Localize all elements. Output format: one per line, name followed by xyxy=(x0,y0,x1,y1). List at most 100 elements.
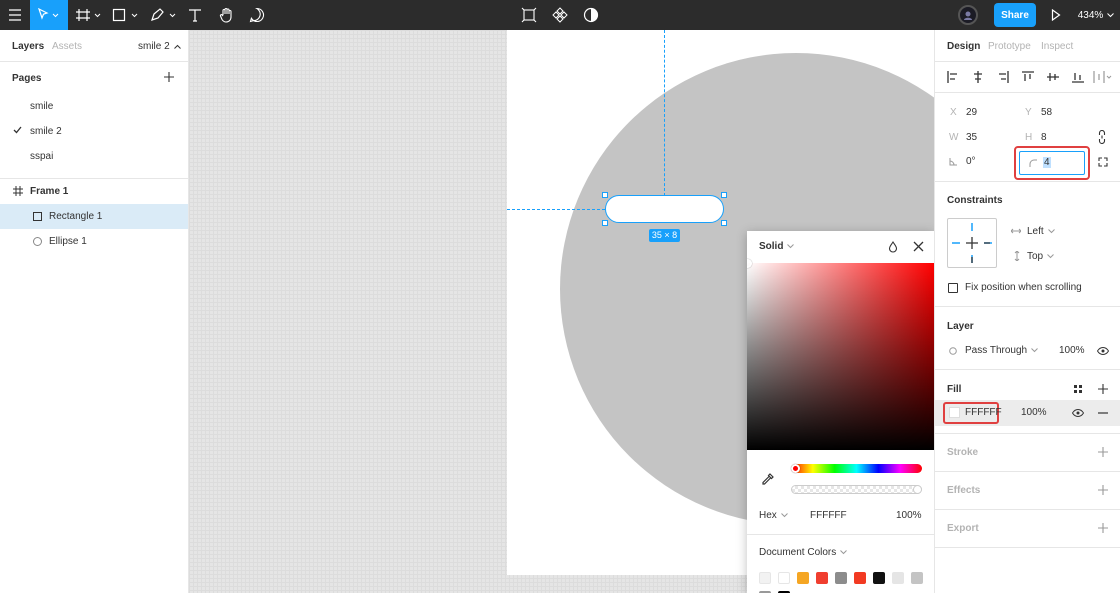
layer-row-ellipse[interactable]: Ellipse 1 xyxy=(0,229,188,254)
layer-opacity-input[interactable]: 100% xyxy=(1059,345,1085,356)
x-input[interactable]: 29 xyxy=(966,107,977,118)
distribute-icon[interactable] xyxy=(1093,71,1113,83)
page-item-sspai[interactable]: sspai xyxy=(0,144,188,169)
rectangle-1[interactable] xyxy=(605,195,724,223)
paint-type-dropdown[interactable]: Solid xyxy=(759,241,795,252)
tab-inspect[interactable]: Inspect xyxy=(1041,41,1073,52)
document-colors-dropdown[interactable]: Document Colors xyxy=(759,547,848,558)
contrast-icon xyxy=(583,7,599,23)
width-input[interactable]: 35 xyxy=(966,132,977,143)
resize-handle-bottom-right[interactable] xyxy=(721,220,727,226)
color-swatch[interactable] xyxy=(778,572,790,584)
comment-tool-button[interactable] xyxy=(246,0,268,30)
fix-position-checkbox[interactable] xyxy=(948,283,958,293)
create-component-button[interactable] xyxy=(518,0,540,30)
eye-icon[interactable] xyxy=(1072,409,1084,417)
tab-prototype[interactable]: Prototype xyxy=(988,41,1031,52)
y-input[interactable]: 58 xyxy=(1041,107,1052,118)
fill-color-swatch[interactable] xyxy=(949,407,960,418)
align-top-icon[interactable] xyxy=(1022,71,1034,83)
saturation-thumb[interactable] xyxy=(747,259,752,268)
opacity-slider[interactable] xyxy=(791,485,922,494)
color-swatch[interactable] xyxy=(892,572,904,584)
frame-tool-button[interactable] xyxy=(74,0,104,30)
hue-slider[interactable] xyxy=(791,464,922,473)
color-swatch[interactable] xyxy=(835,572,847,584)
close-icon[interactable] xyxy=(913,241,924,252)
vertical-constraint-icon xyxy=(1014,251,1020,261)
eye-icon[interactable] xyxy=(1097,347,1109,355)
fill-row: FFFFFF 100% xyxy=(935,400,1120,426)
align-left-icon[interactable] xyxy=(947,71,959,83)
resize-handle-top-right[interactable] xyxy=(721,192,727,198)
fill-opacity-input[interactable]: 100% xyxy=(1021,407,1047,418)
text-tool-button[interactable] xyxy=(184,0,206,30)
divider xyxy=(747,534,934,535)
hamburger-icon xyxy=(9,9,21,21)
layer-row-frame[interactable]: Frame 1 xyxy=(0,179,188,204)
user-avatar[interactable] xyxy=(957,0,979,30)
style-icon[interactable] xyxy=(887,241,899,253)
opacity-thumb[interactable] xyxy=(913,485,922,494)
add-stroke-icon[interactable] xyxy=(1097,446,1109,458)
horizontal-constraint-dropdown[interactable]: Left xyxy=(1027,226,1055,237)
horizontal-constraint-icon xyxy=(1011,228,1021,234)
corner-radius-icon xyxy=(1029,159,1037,167)
components-button[interactable] xyxy=(548,0,572,30)
main-menu-button[interactable] xyxy=(0,0,30,30)
align-bottom-icon[interactable] xyxy=(1072,71,1084,83)
zoom-dropdown[interactable]: 434% xyxy=(1076,0,1116,30)
hex-input[interactable]: FFFFFF xyxy=(810,510,847,521)
styles-grid-icon[interactable] xyxy=(1073,384,1083,394)
page-item-smile-2[interactable]: smile 2 xyxy=(0,119,188,144)
align-center-vertical-icon[interactable] xyxy=(1047,71,1059,83)
constrain-proportions-icon[interactable] xyxy=(1098,130,1106,144)
components-icon xyxy=(552,7,568,23)
height-input[interactable]: 8 xyxy=(1041,132,1047,143)
color-swatch[interactable] xyxy=(854,572,866,584)
constraints-widget[interactable] xyxy=(947,218,997,268)
align-right-icon[interactable] xyxy=(997,71,1009,83)
add-export-icon[interactable] xyxy=(1097,522,1109,534)
pen-tool-button[interactable] xyxy=(148,0,180,30)
present-button[interactable] xyxy=(1046,0,1066,30)
resize-handle-top-left[interactable] xyxy=(602,192,608,198)
color-swatch[interactable] xyxy=(873,572,885,584)
eyedropper-icon[interactable] xyxy=(761,472,775,486)
blend-mode-dropdown[interactable]: Pass Through xyxy=(965,345,1038,356)
fill-hex-input[interactable]: FFFFFF xyxy=(965,407,1002,418)
color-swatch[interactable] xyxy=(911,572,923,584)
resize-handle-bottom-left[interactable] xyxy=(602,220,608,226)
share-button[interactable]: Share xyxy=(994,3,1036,27)
move-tool-button[interactable] xyxy=(30,0,68,30)
align-center-horizontal-icon[interactable] xyxy=(972,71,984,83)
color-swatch[interactable] xyxy=(797,572,809,584)
tab-design[interactable]: Design xyxy=(947,41,980,52)
add-effect-icon[interactable] xyxy=(1097,484,1109,496)
shape-tool-button[interactable] xyxy=(110,0,142,30)
page-item-smile[interactable]: smile xyxy=(0,94,188,119)
x-label: X xyxy=(950,107,957,118)
add-page-icon[interactable] xyxy=(163,71,175,83)
layer-row-rectangle[interactable]: Rectangle 1 xyxy=(0,204,188,229)
corner-radius-input[interactable]: 4 xyxy=(1019,151,1085,175)
tab-layers[interactable]: Layers xyxy=(12,41,44,52)
color-model-label: Hex xyxy=(759,510,777,521)
saturation-brightness-area[interactable] xyxy=(747,259,934,450)
page-selector[interactable]: smile 2 xyxy=(138,41,181,52)
hue-thumb[interactable] xyxy=(791,464,800,473)
paint-type-label: Solid xyxy=(759,241,784,252)
hand-tool-button[interactable] xyxy=(216,0,238,30)
tab-assets[interactable]: Assets xyxy=(52,41,82,52)
opacity-input[interactable]: 100% xyxy=(896,510,922,521)
color-swatch[interactable] xyxy=(759,572,771,584)
h-label: H xyxy=(1025,132,1033,143)
independent-corners-icon[interactable] xyxy=(1098,157,1108,167)
remove-fill-icon[interactable] xyxy=(1098,412,1108,414)
color-model-dropdown[interactable]: Hex xyxy=(759,510,788,521)
color-swatch[interactable] xyxy=(816,572,828,584)
rotation-input[interactable]: 0° xyxy=(966,156,976,167)
add-fill-icon[interactable] xyxy=(1097,383,1109,395)
vertical-constraint-dropdown[interactable]: Top xyxy=(1027,251,1054,262)
mask-button[interactable] xyxy=(580,0,602,30)
